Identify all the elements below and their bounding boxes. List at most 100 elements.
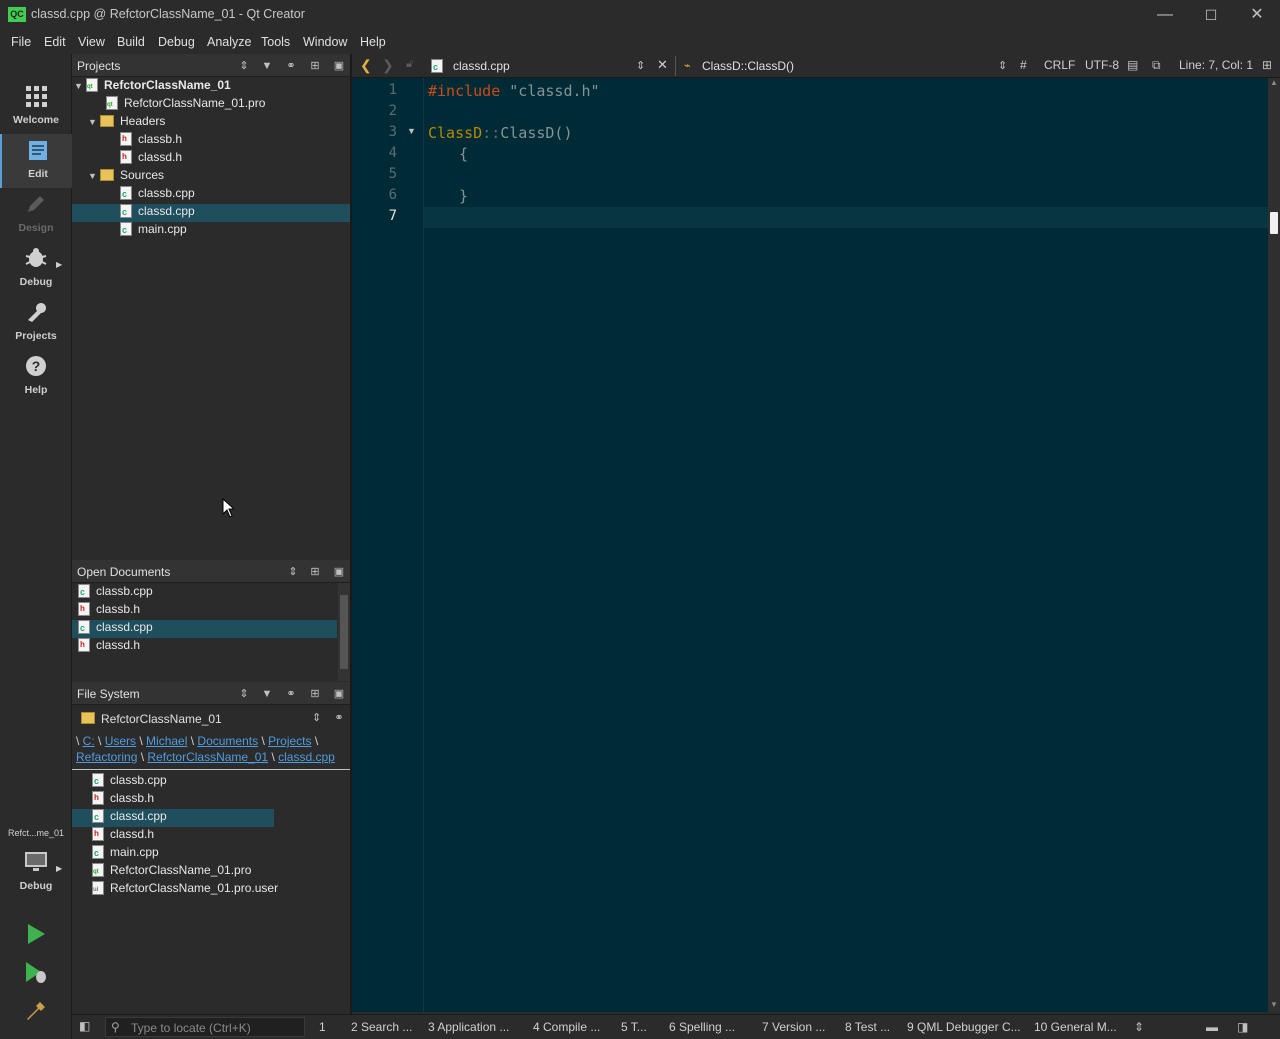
menu-tools[interactable]: Tools	[261, 35, 290, 49]
locator-input[interactable]: ⚲ Type to locate (Ctrl+K)	[105, 1017, 305, 1037]
editor-scrollbar[interactable]: ▲ ▼	[1268, 78, 1280, 1012]
maximize-button[interactable]: ☐	[1188, 0, 1234, 30]
tree-item-classd-h[interactable]: classd.h	[72, 150, 351, 168]
close-window-button[interactable]: ✕	[1234, 0, 1280, 30]
run-button[interactable]	[24, 922, 48, 946]
line-ending-selector[interactable]: CRLF	[1044, 58, 1075, 72]
close-pane-icon[interactable]: ▣	[331, 686, 347, 702]
scroll-up-icon[interactable]: ▲	[1270, 78, 1278, 87]
output-tab-1[interactable]: 1	[319, 1020, 326, 1034]
symbol-selector[interactable]: ⌁ ClassD::ClassD() ⇕	[682, 56, 1012, 76]
breadcrumb-projects[interactable]: Projects	[268, 734, 311, 748]
mode-edit[interactable]: Edit	[0, 134, 72, 188]
fs-item[interactable]: classb.h	[72, 791, 351, 809]
filter-icon[interactable]: ▼	[259, 686, 275, 702]
collapse-arrow-icon[interactable]: ▼	[88, 117, 100, 127]
collapse-arrow-icon[interactable]: ▼	[88, 171, 100, 181]
fold-arrow-icon[interactable]: ▼	[407, 126, 416, 136]
projects-panel-title[interactable]: Projects	[77, 59, 120, 73]
fs-item[interactable]: main.cpp	[72, 845, 351, 863]
output-tab-application[interactable]: 3 Application ...	[428, 1020, 509, 1034]
split-icon[interactable]: ⊞	[307, 58, 323, 74]
open-documents-title[interactable]: Open Documents	[77, 565, 170, 579]
collapse-arrow-icon[interactable]: ▼	[74, 81, 86, 91]
open-doc-item[interactable]: classd.h	[72, 638, 337, 656]
split-icon[interactable]: ⊞	[1262, 58, 1272, 72]
menu-edit[interactable]: Edit	[44, 35, 66, 49]
close-pane-icon[interactable]: ▣	[331, 564, 347, 580]
toggle-right-sidebar-icon[interactable]: ◨	[1237, 1020, 1248, 1034]
output-tab-version[interactable]: 7 Version ...	[762, 1020, 825, 1034]
toggle-sidebar-icon[interactable]: ◧	[79, 1019, 90, 1033]
sort-arrows-icon[interactable]: ⇕	[236, 58, 252, 74]
editor-settings-icon[interactable]: ▤	[1127, 58, 1138, 72]
tree-item-pro[interactable]: RefctorClassName_01.pro	[72, 96, 351, 114]
back-arrow-icon[interactable]: ❮	[360, 57, 372, 74]
menu-window[interactable]: Window	[303, 35, 347, 49]
tree-item-classb-cpp[interactable]: classb.cpp	[72, 186, 351, 204]
output-tab-compile[interactable]: 4 Compile ...	[533, 1020, 600, 1034]
project-root[interactable]: ▼ RefctorClassName_01	[72, 78, 351, 96]
tree-folder-headers[interactable]: ▼ Headers	[72, 114, 351, 132]
breadcrumb-users[interactable]: Users	[105, 734, 136, 748]
link-icon[interactable]: ⚭	[283, 58, 299, 74]
menu-help[interactable]: Help	[360, 35, 386, 49]
minimize-button[interactable]: —	[1142, 0, 1188, 30]
breadcrumb-project[interactable]: RefctorClassName_01	[147, 750, 268, 764]
tree-item-classd-cpp[interactable]: classd.cpp	[72, 204, 351, 222]
tree-item-classb-h[interactable]: classb.h	[72, 132, 351, 150]
output-tab-spelling[interactable]: 6 Spelling ...	[669, 1020, 735, 1034]
build-button[interactable]	[24, 998, 48, 1022]
forward-arrow-icon[interactable]: ❯	[382, 57, 394, 74]
close-document-button[interactable]: ✕	[657, 57, 668, 73]
open-doc-item[interactable]: classb.cpp	[72, 584, 337, 602]
file-system-title[interactable]: File System	[77, 687, 140, 701]
mode-projects[interactable]: Projects	[0, 296, 72, 350]
mode-debug[interactable]: Debug ▶	[0, 242, 72, 296]
open-doc-item[interactable]: classb.h	[72, 602, 337, 620]
cursor-position[interactable]: Line: 7, Col: 1	[1179, 58, 1253, 72]
link-icon[interactable]: ⚭	[331, 710, 347, 726]
menu-build[interactable]: Build	[117, 35, 145, 49]
menu-analyze[interactable]: Analyze	[207, 35, 251, 49]
encoding-selector[interactable]: UTF-8	[1085, 58, 1119, 72]
output-tab-general[interactable]: 10 General M...	[1034, 1020, 1117, 1034]
document-selector[interactable]: classd.cpp ⇕	[428, 56, 650, 76]
open-documents-scrollbar[interactable]	[338, 583, 350, 681]
more-tabs-arrows-icon[interactable]: ⇕	[1134, 1020, 1144, 1034]
tree-folder-sources[interactable]: ▼ Sources	[72, 168, 351, 186]
fs-item[interactable]: classb.cpp	[72, 773, 351, 791]
close-pane-icon[interactable]: ▣	[331, 58, 347, 74]
fs-location-combo[interactable]: RefctorClassName_01 ⇕	[76, 708, 326, 728]
link-icon[interactable]: ⚭	[283, 686, 299, 702]
output-tab-5[interactable]: 5 T...	[621, 1020, 647, 1034]
fs-item[interactable]: classd.h	[72, 827, 351, 845]
menu-file[interactable]: File	[11, 35, 31, 49]
sort-arrows-icon[interactable]: ⇕	[236, 686, 252, 702]
kit-selector[interactable]: Debug ▶	[0, 846, 72, 900]
tree-item-main-cpp[interactable]: main.cpp	[72, 222, 351, 240]
menu-view[interactable]: View	[78, 35, 105, 49]
debug-run-button[interactable]	[24, 960, 48, 984]
breadcrumb-documents[interactable]: Documents	[197, 734, 258, 748]
fs-item[interactable]: classd.cpp	[72, 809, 274, 827]
window-split-icon[interactable]: ⧉	[1152, 58, 1161, 73]
scroll-down-icon[interactable]: ▼	[1270, 1000, 1278, 1009]
fs-item[interactable]: RefctorClassName_01.pro.user	[72, 881, 351, 899]
output-tab-search[interactable]: 2 Search ...	[351, 1020, 412, 1034]
menu-debug[interactable]: Debug	[158, 35, 195, 49]
toggle-progress-icon[interactable]: ▬	[1206, 1020, 1218, 1034]
output-tab-test[interactable]: 8 Test ...	[845, 1020, 890, 1034]
mode-design[interactable]: Design	[0, 188, 72, 242]
open-doc-item[interactable]: classd.cpp	[72, 620, 337, 638]
mode-welcome[interactable]: Welcome	[0, 80, 72, 134]
breadcrumb-file[interactable]: classd.cpp	[278, 750, 335, 764]
mode-help[interactable]: ? Help	[0, 350, 72, 404]
breadcrumb-refactoring[interactable]: Refactoring	[76, 750, 137, 764]
scrollbar-thumb[interactable]	[1270, 212, 1278, 234]
sort-arrows-icon[interactable]: ⇕	[285, 564, 301, 580]
breadcrumb-michael[interactable]: Michael	[146, 734, 187, 748]
hash-indicator[interactable]: #	[1020, 58, 1027, 72]
split-icon[interactable]: ⊞	[307, 564, 323, 580]
filter-icon[interactable]: ▼	[259, 58, 275, 74]
